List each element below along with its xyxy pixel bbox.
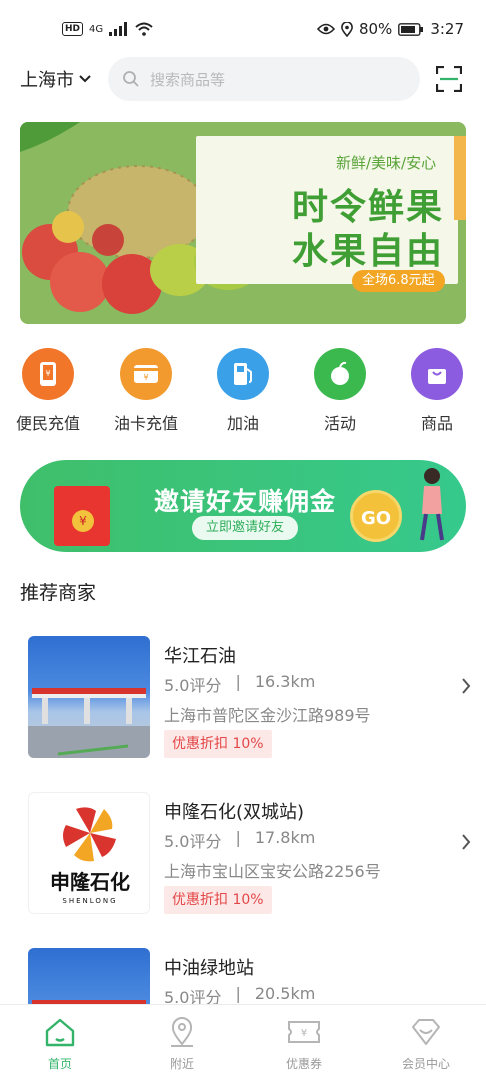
tab-label: 首页 [47,1057,72,1071]
city-selector[interactable]: 上海市 [20,66,108,92]
quick-action-label: 加油 [226,414,259,433]
merchant-thumbnail [28,948,150,1004]
eye-icon [316,23,335,35]
chevron-right-icon [460,832,472,857]
merchant-thumbnail: 申隆石化 SHENLONG [28,792,150,914]
merchant-meta: 5.0评分 | 17.8km [164,828,315,852]
bottom-tab-bar: 首页 附近 ¥ 优惠券 会员中心 [0,1004,486,1080]
promo-banner[interactable]: 新鲜/美味/安心 时令鲜果 水果自由 全场6.8元起 [20,122,466,324]
wifi-icon [135,22,153,36]
tab-member-center[interactable]: 会员中心 [376,1015,476,1072]
quick-action-phone-recharge[interactable]: ¥ 便民充值 [3,348,93,434]
logo-text: 申隆石化 [50,870,130,894]
merchant-card[interactable]: 中油绿地站 5.0评分 | 20.5km [0,934,486,1004]
scan-icon [435,65,463,93]
merchant-address: 上海市普陀区金沙江路989号 [164,706,371,725]
battery-percent: 80% [358,20,393,38]
quick-action-goods[interactable]: 商品 [392,348,482,434]
chevron-down-icon [79,75,91,83]
merchant-distance: 16.3km [254,672,316,691]
clock: 3:27 [430,20,464,38]
merchant-thumbnail [28,636,150,758]
discount-badge: 优惠折扣 10% [164,730,272,758]
merchant-distance: 20.5km [254,984,316,1003]
quick-actions: ¥ 便民充值 ¥ 油卡充值 加油 活动 商品 [0,348,486,438]
home-icon [10,1015,110,1049]
phone-recharge-icon: ¥ [22,348,74,400]
merchant-meta: 5.0评分 | 16.3km [164,672,315,696]
quick-action-activity[interactable]: 活动 [295,348,385,434]
banner-title-line2: 水果自由 [292,231,445,272]
fuel-pump-icon [217,348,269,400]
svg-text:¥: ¥ [143,373,148,382]
city-label: 上海市 [20,70,74,91]
merchant-rating: 5.0评分 [164,988,222,1004]
tab-nearby[interactable]: 附近 [132,1015,232,1072]
banner-subtitle: 新鲜/美味/安心 [336,154,437,172]
status-right: 80% 3:27 [316,20,464,38]
card-recharge-icon: ¥ [120,348,172,400]
quick-action-label: 便民充值 [15,414,80,433]
tab-label: 会员中心 [401,1057,450,1071]
section-title: 推荐商家 [20,582,97,604]
merchant-name: 中油绿地站 [164,958,254,979]
quick-action-label: 活动 [323,414,356,433]
gas-station-image [28,688,150,758]
status-bar: HD 4G 80% 3:27 [0,0,486,58]
logo-subtext: SHENLONG [62,897,117,905]
go-coin-icon: GO [350,490,402,542]
quick-action-card-recharge[interactable]: ¥ 油卡充值 [101,348,191,434]
quick-action-label: 商品 [420,414,453,433]
red-envelope-icon: ¥ [54,486,110,546]
banner-price-pill: 全场6.8元起 [352,270,445,292]
merchant-meta: 5.0评分 | 20.5km [164,984,315,1004]
signal-icon [109,22,128,36]
scan-button[interactable] [435,65,463,93]
shopping-bag-icon [411,348,463,400]
banner-side-tag [454,136,466,220]
top-header: 上海市 搜索商品等 [0,56,486,102]
meta-separator: | [235,672,241,691]
merchant-rating: 5.0评分 [164,676,222,695]
envelope-seal: ¥ [72,510,94,532]
merchant-card[interactable]: 华江石油 5.0评分 | 16.3km 上海市普陀区金沙江路989号 优惠折扣 … [0,622,486,778]
tab-label: 附近 [169,1057,194,1071]
tab-coupons[interactable]: ¥ 优惠券 [254,1015,354,1072]
meta-separator: | [235,828,241,847]
coupon-icon: ¥ [254,1015,354,1049]
invite-banner[interactable]: ¥ 邀请好友赚佣金 立即邀请好友 GO [20,460,466,552]
discount-badge: 优惠折扣 10% [164,886,272,914]
merchant-rating: 5.0评分 [164,832,222,851]
quick-action-refuel[interactable]: 加油 [198,348,288,434]
invite-title: 邀请好友赚佣金 [154,487,337,516]
invite-now-button[interactable]: 立即邀请好友 [192,516,299,540]
status-left: HD 4G [62,22,153,36]
diamond-icon [376,1015,476,1049]
location-icon [341,21,353,37]
merchant-distance: 17.8km [254,828,316,847]
meta-separator: | [235,984,241,1003]
merchant-card[interactable]: 申隆石化 SHENLONG 申隆石化(双城站) 5.0评分 | 17.8km 上… [0,778,486,934]
network-type: 4G [89,23,104,35]
merchant-address: 上海市宝山区宝安公路2256号 [164,862,381,881]
apple-icon [314,348,366,400]
battery-icon [398,22,424,36]
svg-text:¥: ¥ [45,369,50,378]
merchant-name: 华江石油 [164,646,236,667]
shenlong-logo: 申隆石化 SHENLONG [50,807,130,905]
banner-text-panel: 新鲜/美味/安心 时令鲜果 水果自由 全场6.8元起 [196,136,458,292]
tab-label: 优惠券 [285,1057,322,1071]
quick-action-label: 油卡充值 [113,414,178,433]
location-pin-icon [132,1015,232,1049]
search-placeholder: 搜索商品等 [150,70,226,89]
merchant-name: 申隆石化(双城站) [164,802,305,823]
person-illustration [420,468,444,541]
tab-home[interactable]: 首页 [10,1015,110,1072]
search-icon [123,71,139,87]
hd-indicator: HD [62,22,84,36]
gas-station-image [32,1000,146,1004]
svg-text:¥: ¥ [301,1028,307,1039]
chevron-right-icon [460,676,472,701]
search-input[interactable]: 搜索商品等 [108,57,420,101]
